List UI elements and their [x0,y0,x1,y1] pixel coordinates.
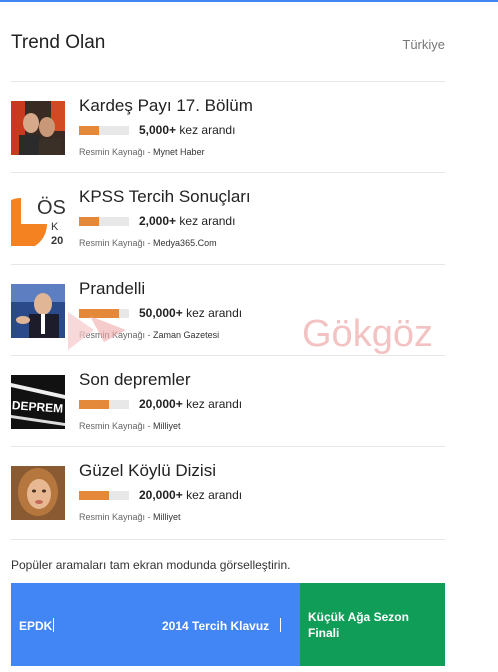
search-volume-bar [79,400,129,409]
tile-blue[interactable]: EPDK 2014 Tercih Klavuz [11,583,300,666]
trend-thumbnail [11,284,65,338]
search-volume-bar [79,491,129,500]
region-selector[interactable]: Türkiye [402,37,445,52]
search-count: 20,000+ kez arandı [139,397,243,411]
divider [11,539,445,540]
tile-label-tercih[interactable]: 2014 Tercih Klavuz [162,619,269,633]
divider [11,264,445,265]
search-volume-bar [79,217,129,226]
trend-item-son-depremler[interactable]: DEPREM Son depremler 20,000+ kez arandı … [11,370,445,465]
trend-thumbnail [11,466,65,520]
osym-letters: ÖS [37,197,65,219]
top-accent-line [0,0,498,2]
watermark: Gökgöz [302,313,433,355]
fullscreen-prompt[interactable]: Popüler aramaları tam ekran modunda görs… [11,558,290,572]
trend-item-kpss[interactable]: ÖS K 20 KPSS Tercih Sonuçları 2,000+ kez… [11,187,445,282]
divider [11,446,445,447]
image-source: Resmin Kaynağı - Medya365.Com [79,238,217,248]
divider [11,81,445,82]
trend-item-guzel-koylu[interactable]: Güzel Köylü Dizisi 20,000+ kez arandı Re… [11,461,445,556]
search-count: 5,000+ kez arandı [139,123,236,137]
image-source: Resmin Kaynağı - Mynet Haber [79,147,205,157]
image-source: Resmin Kaynağı - Milliyet [79,512,181,522]
trend-thumbnail [11,101,65,155]
trend-title[interactable]: Kardeş Payı 17. Bölüm [79,96,253,116]
trend-title[interactable]: Son depremler [79,370,191,390]
tile-label-epdk[interactable]: EPDK [19,619,52,633]
search-count: 20,000+ kez arandı [139,488,243,502]
trend-item-kardes-payi[interactable]: Kardeş Payı 17. Bölüm 5,000+ kez arandı … [11,96,445,191]
deprem-thumbnail: DEPREM [11,375,65,429]
search-count: 50,000+ kez arandı [139,306,243,320]
image-source: Resmin Kaynağı - Milliyet [79,421,181,431]
trends-header: Trend Olan Türkiye [11,32,445,53]
svg-text:K: K [51,221,59,233]
text-cursor [53,618,54,632]
tile-label-kucuk-aga[interactable]: Küçük Ağa Sezon Finali [308,609,433,641]
tile-green[interactable]: Küçük Ağa Sezon Finali [300,583,445,666]
watermark-logo-icon [68,312,126,350]
svg-text:20: 20 [51,235,63,246]
text-cursor [280,618,281,632]
osym-logo-thumbnail: ÖS K 20 [11,192,65,246]
trend-tiles: EPDK 2014 Tercih Klavuz Küçük Ağa Sezon … [11,583,445,666]
trend-title[interactable]: KPSS Tercih Sonuçları [79,187,251,207]
search-volume-bar [79,126,129,135]
page-title: Trend Olan [11,32,106,53]
divider [11,172,445,173]
search-count: 2,000+ kez arandı [139,214,236,228]
trend-title[interactable]: Güzel Köylü Dizisi [79,461,216,481]
trend-title[interactable]: Prandelli [79,279,145,299]
